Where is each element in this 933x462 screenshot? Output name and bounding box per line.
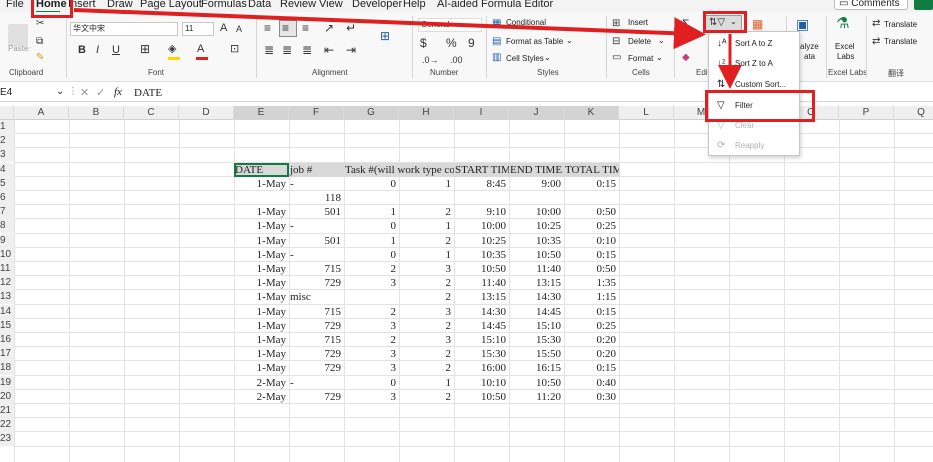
arrow-home-to-sort	[73, 8, 706, 50]
annotation-arrows	[73, 8, 742, 89]
excel-window: File Home Insert Draw Page Layout Formul…	[0, 0, 933, 462]
